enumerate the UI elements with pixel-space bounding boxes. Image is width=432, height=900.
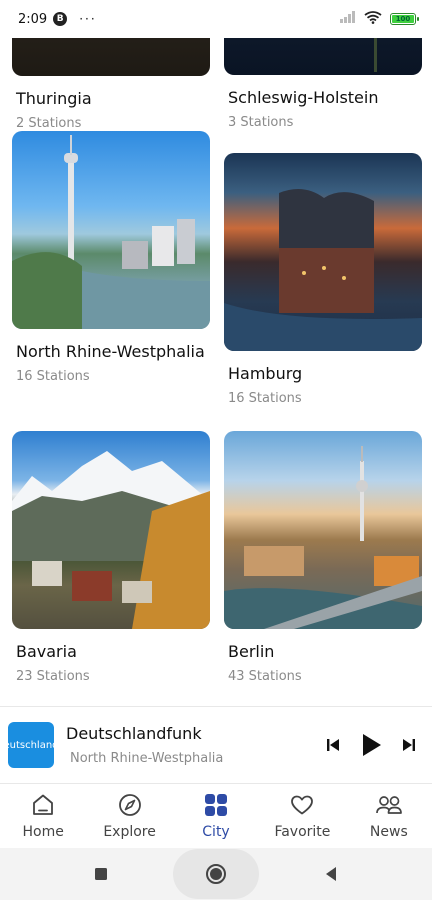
nav-news[interactable]: News: [346, 784, 432, 848]
region-name: Schleswig-Holstein: [228, 88, 379, 107]
battery-level: 100: [395, 15, 411, 23]
player-controls: [322, 732, 420, 758]
station-count: 43 Stations: [228, 669, 302, 684]
region-image: [224, 38, 422, 75]
people-icon: [375, 796, 402, 814]
station-count: 23 Stations: [16, 669, 90, 684]
heart-icon: [291, 795, 314, 815]
region-image: [224, 153, 422, 351]
station-logo-text: eutschland: [8, 739, 54, 751]
region-card-thuringia[interactable]: Thuringia 2 Stations: [12, 38, 210, 131]
now-playing-title: Deutschlandfunk: [66, 724, 202, 743]
mini-player[interactable]: eutschland Deutschlandfunk North Rhine-W…: [0, 707, 432, 783]
back-triangle-icon: [326, 867, 336, 881]
circle-icon: [206, 864, 226, 884]
region-card-bavaria[interactable]: Bavaria 23 Stations: [12, 431, 210, 684]
now-playing-subtitle: North Rhine-Westphalia: [70, 751, 224, 766]
home-icon: [33, 794, 54, 815]
region-card-berlin[interactable]: Berlin 43 Stations: [224, 431, 422, 684]
status-bar: 2:09 B ··· 100: [0, 0, 432, 38]
play-icon: [363, 734, 381, 756]
region-name: Hamburg: [228, 364, 303, 383]
nav-label: City: [202, 824, 230, 840]
station-count: 16 Stations: [16, 369, 90, 384]
region-name: Berlin: [228, 642, 275, 661]
nav-label: Explore: [103, 824, 156, 840]
back-button[interactable]: [319, 862, 343, 886]
notification-badge-icon: B: [53, 12, 68, 26]
signal-icon: [340, 11, 356, 27]
region-card-north-rhine-westphalia[interactable]: North Rhine-Westphalia 16 Stations: [12, 131, 210, 384]
square-icon: [95, 868, 107, 880]
station-count: 16 Stations: [228, 391, 302, 406]
system-navigation-bar: [0, 848, 432, 900]
bottom-navigation: Home Explore City Favorite News: [0, 784, 432, 848]
grid-icon: [205, 794, 228, 816]
region-image: [12, 38, 210, 76]
next-button[interactable]: [398, 734, 420, 756]
station-count: 2 Stations: [16, 116, 82, 131]
region-name: Thuringia: [16, 89, 92, 108]
battery-icon: 100: [390, 13, 419, 25]
nav-label: Favorite: [274, 824, 331, 840]
nav-explore[interactable]: Explore: [86, 784, 172, 848]
region-image: [224, 431, 422, 629]
compass-icon: [118, 794, 141, 816]
nav-city[interactable]: City: [173, 784, 259, 848]
station-count: 3 Stations: [228, 115, 294, 130]
previous-button[interactable]: [322, 734, 344, 756]
wifi-icon: [364, 10, 382, 28]
now-playing-info[interactable]: Deutschlandfunk North Rhine-Westphalia: [66, 724, 322, 766]
skip-previous-icon: [327, 739, 339, 751]
more-notifications-icon: ···: [79, 12, 97, 26]
region-image: [12, 131, 210, 329]
region-name: North Rhine-Westphalia: [16, 342, 205, 361]
nav-home[interactable]: Home: [0, 784, 86, 848]
nav-label: Home: [22, 824, 64, 840]
status-time: 2:09: [18, 11, 48, 27]
region-image: [12, 431, 210, 629]
region-card-schleswig-holstein[interactable]: Schleswig-Holstein 3 Stations: [224, 38, 422, 130]
recent-apps-button[interactable]: [89, 862, 113, 886]
nav-favorite[interactable]: Favorite: [259, 784, 345, 848]
skip-next-icon: [403, 739, 415, 751]
home-button[interactable]: [173, 849, 259, 899]
region-grid: Thuringia 2 Stations Schleswig-Holstein …: [0, 38, 432, 706]
play-button[interactable]: [358, 732, 384, 758]
station-logo: eutschland: [8, 722, 54, 768]
region-card-hamburg[interactable]: Hamburg 16 Stations: [224, 153, 422, 406]
nav-label: News: [369, 824, 408, 840]
region-name: Bavaria: [16, 642, 77, 661]
